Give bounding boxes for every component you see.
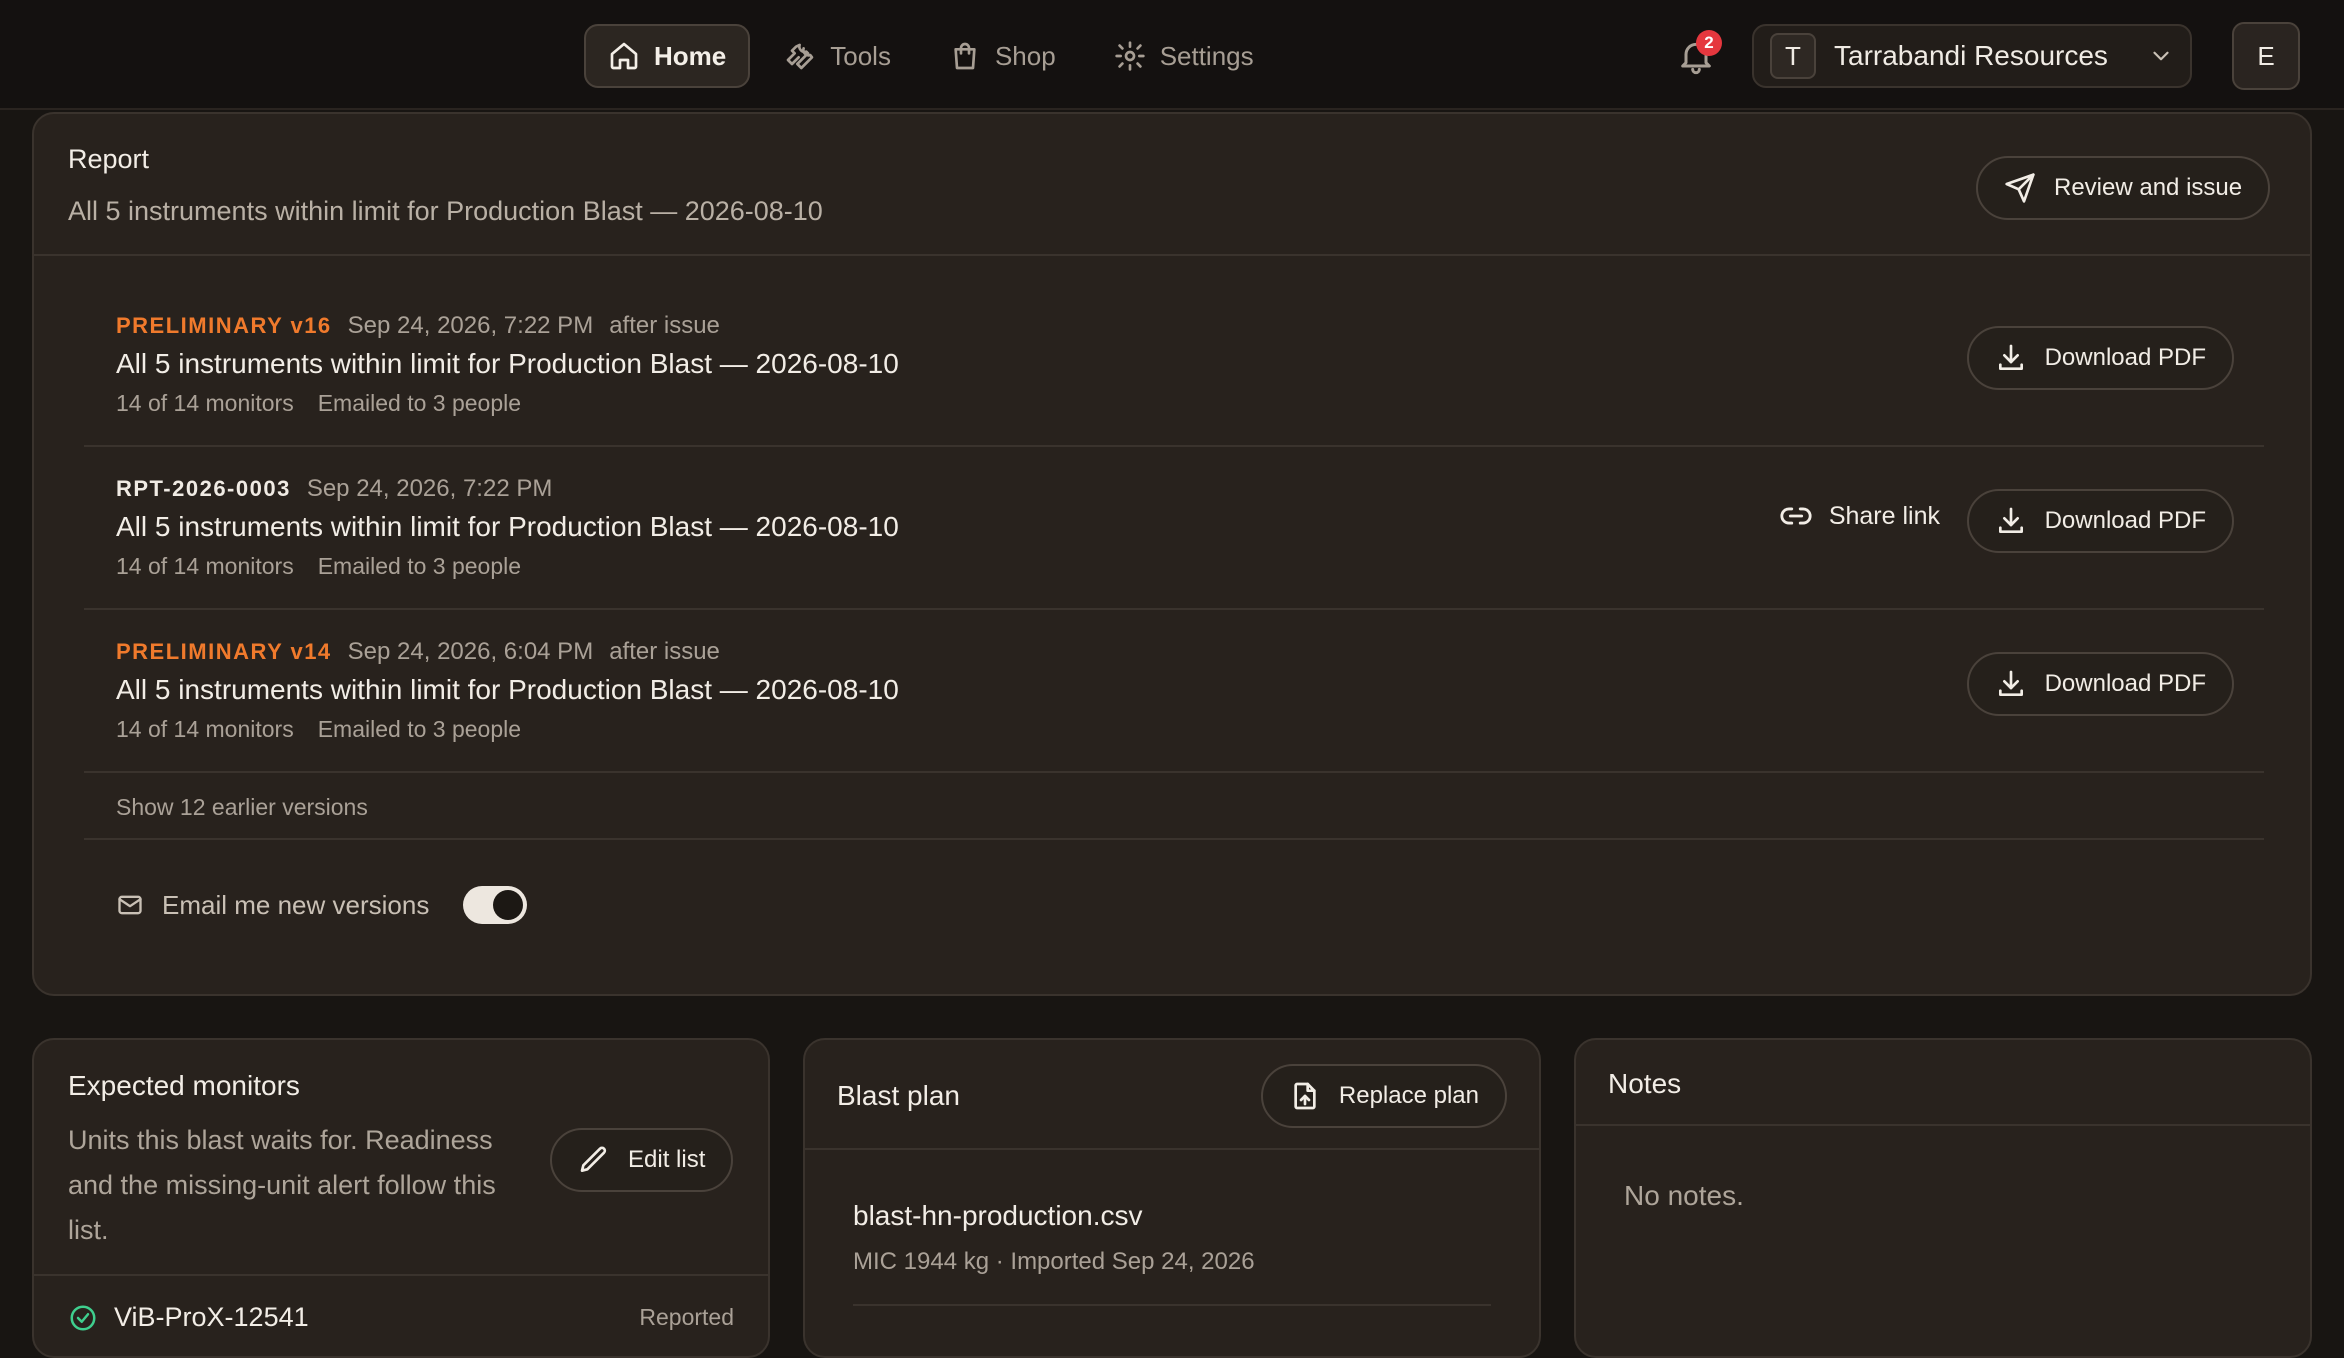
version-monitors: 14 of 14 monitors xyxy=(116,390,294,416)
report-title: Report xyxy=(68,144,150,174)
shopping-bag-icon xyxy=(949,40,981,72)
monitor-row: ViB-ProX-12541 Reported xyxy=(68,1302,734,1333)
share-link-button[interactable]: Share link xyxy=(1779,499,1940,533)
version-title: All 5 instruments within limit for Produ… xyxy=(116,674,899,705)
email-new-versions-row: Email me new versions xyxy=(116,886,528,924)
report-header: Report All 5 instruments within limit fo… xyxy=(34,114,2310,256)
review-and-issue-label: Review and issue xyxy=(2054,174,2243,201)
version-list: PRELIMINARY v16 Sep 24, 2026, 7:22 PM af… xyxy=(84,284,2264,773)
version-row: RPT-2026-0003 Sep 24, 2026, 7:22 PM All … xyxy=(84,447,2264,610)
version-monitors: 14 of 14 monitors xyxy=(116,716,294,742)
nav-shop[interactable]: Shop xyxy=(925,24,1080,88)
edit-list-label: Edit list xyxy=(628,1146,706,1173)
blast-plan-card: Blast plan Replace plan blast-hn-product… xyxy=(803,1038,1541,1358)
check-circle-icon xyxy=(68,1303,98,1333)
nav-settings[interactable]: Settings xyxy=(1090,24,1278,88)
org-switcher[interactable]: T Tarrabandi Resources xyxy=(1752,24,2192,88)
email-new-versions-toggle[interactable] xyxy=(463,886,528,924)
org-avatar: T xyxy=(1770,33,1816,79)
main-nav: Home Tools Shop Settings xyxy=(584,24,1278,88)
pencil-icon xyxy=(578,1144,610,1176)
blast-plan-file-meta: MIC 1944 kg · Imported Sep 24, 2026 xyxy=(853,1248,1255,1275)
notes-title: Notes xyxy=(1608,1068,1682,1099)
version-date: Sep 24, 2026, 6:04 PM xyxy=(347,638,594,665)
monitor-name: ViB-ProX-12541 xyxy=(114,1302,309,1332)
divider xyxy=(853,1304,1491,1306)
replace-plan-button[interactable]: Replace plan xyxy=(1260,1064,1507,1128)
version-tag: RPT-2026-0003 xyxy=(116,476,291,501)
expected-monitors-title: Expected monitors xyxy=(68,1070,300,1101)
version-emailed: Emailed to 3 people xyxy=(317,553,522,579)
blast-plan-file-name[interactable]: blast-hn-production.csv xyxy=(853,1200,1142,1232)
version-emailed: Emailed to 3 people xyxy=(317,716,522,742)
download-pdf-label: Download PDF xyxy=(2044,344,2206,371)
file-upload-icon xyxy=(1289,1080,1321,1112)
download-icon xyxy=(1995,668,2027,700)
monitor-status: Reported xyxy=(639,1304,734,1330)
version-title: All 5 instruments within limit for Produ… xyxy=(116,511,899,542)
blast-plan-header: Blast plan Replace plan xyxy=(805,1040,1539,1150)
mail-icon xyxy=(116,891,144,919)
download-pdf-button[interactable]: Download PDF xyxy=(1966,326,2234,390)
notes-header: Notes xyxy=(1576,1040,2310,1126)
nav-tools[interactable]: Tools xyxy=(760,24,915,88)
show-earlier-versions-link[interactable]: Show 12 earlier versions xyxy=(84,774,2264,840)
blast-plan-title: Blast plan xyxy=(837,1080,960,1111)
share-link-label: Share link xyxy=(1828,501,1940,530)
top-nav-bar: Home Tools Shop Settings 2 T Tarrabandi … xyxy=(0,0,2344,110)
notification-badge: 2 xyxy=(1696,30,1722,56)
nav-shop-label: Shop xyxy=(994,40,1056,71)
download-pdf-label: Download PDF xyxy=(2044,670,2206,697)
version-emailed: Emailed to 3 people xyxy=(317,390,522,416)
send-icon xyxy=(2004,172,2036,204)
chevron-down-icon xyxy=(2148,43,2174,69)
expected-monitors-description: Units this blast waits for. Readiness an… xyxy=(68,1125,496,1245)
edit-list-button[interactable]: Edit list xyxy=(550,1128,734,1192)
nav-home-label: Home xyxy=(654,40,727,71)
notes-card: Notes No notes. xyxy=(1574,1038,2312,1358)
download-pdf-label: Download PDF xyxy=(2044,507,2206,534)
org-name: Tarrabandi Resources xyxy=(1834,40,2108,71)
user-avatar[interactable]: E xyxy=(2232,22,2300,90)
version-row: PRELIMINARY v14 Sep 24, 2026, 6:04 PM af… xyxy=(84,610,2264,773)
report-subtitle: All 5 instruments within limit for Produ… xyxy=(68,196,823,226)
report-card: Report All 5 instruments within limit fo… xyxy=(32,112,2312,996)
version-date: Sep 24, 2026, 7:22 PM xyxy=(347,312,594,339)
notes-empty-state: No notes. xyxy=(1624,1180,1744,1211)
download-pdf-button[interactable]: Download PDF xyxy=(1966,489,2234,553)
download-pdf-button[interactable]: Download PDF xyxy=(1966,652,2234,716)
version-title: All 5 instruments within limit for Produ… xyxy=(116,348,899,379)
version-tag: PRELIMINARY v16 xyxy=(116,313,332,338)
toggle-knob xyxy=(493,890,524,920)
download-icon xyxy=(1995,342,2027,374)
version-tag: PRELIMINARY v14 xyxy=(116,639,332,664)
replace-plan-label: Replace plan xyxy=(1338,1082,1479,1109)
nav-settings-label: Settings xyxy=(1159,40,1254,71)
home-icon xyxy=(608,40,640,72)
review-and-issue-button[interactable]: Review and issue xyxy=(1976,156,2271,220)
version-note: after issue xyxy=(609,638,720,665)
email-new-versions-label: Email me new versions xyxy=(162,889,430,920)
version-note: after issue xyxy=(609,312,720,339)
divider xyxy=(34,1274,768,1276)
expected-monitors-card: Expected monitors Units this blast waits… xyxy=(32,1038,770,1358)
gear-icon xyxy=(1114,40,1146,72)
version-date: Sep 24, 2026, 7:22 PM xyxy=(306,475,553,502)
nav-tools-label: Tools xyxy=(830,40,891,71)
link-icon xyxy=(1779,499,1813,533)
wrench-icon xyxy=(784,40,816,72)
version-row: PRELIMINARY v16 Sep 24, 2026, 7:22 PM af… xyxy=(84,284,2264,447)
download-icon xyxy=(1995,505,2027,537)
version-monitors: 14 of 14 monitors xyxy=(116,553,294,579)
nav-home[interactable]: Home xyxy=(584,24,751,88)
